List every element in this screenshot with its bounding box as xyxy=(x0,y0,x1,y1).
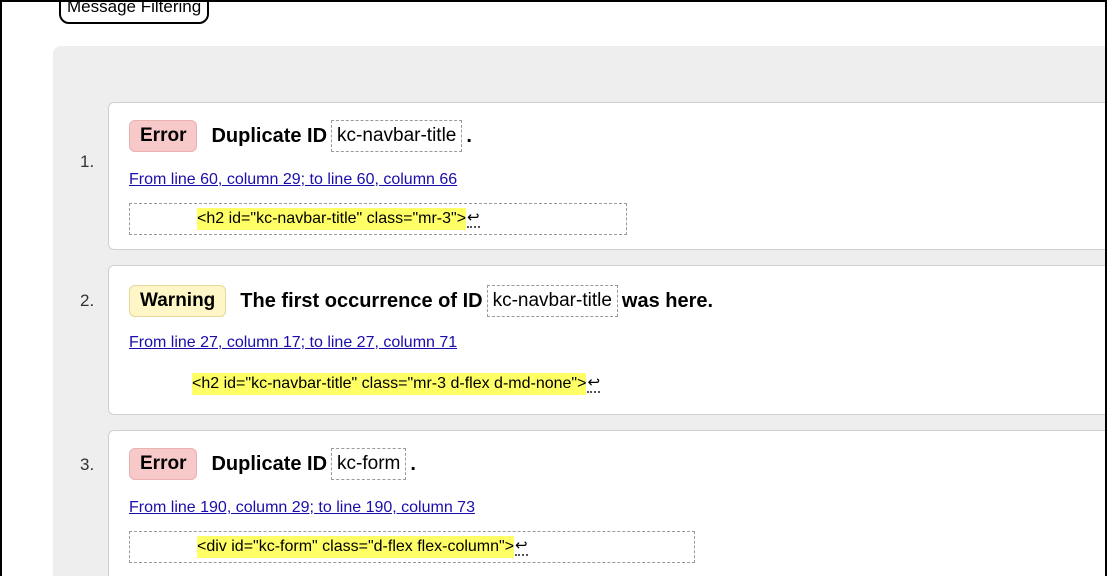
message-heading: Error Duplicate ID kc-navbar-title . xyxy=(129,119,472,153)
message-card: Error Duplicate ID kc-navbar-title . Fro… xyxy=(108,102,1105,250)
message-card: Warning The first occurrence of ID kc-na… xyxy=(108,265,1105,415)
message-heading: Error Duplicate ID kc-form . xyxy=(129,447,416,481)
location-link[interactable]: From line 27, column 17; to line 27, col… xyxy=(129,334,457,352)
highlighted-code: <div id="kc-form" class="d-flex flex-col… xyxy=(197,536,515,558)
message-tail: . xyxy=(410,452,416,475)
error-badge: Error xyxy=(129,120,198,152)
message-tail: . xyxy=(466,124,472,147)
message-text: The first occurrence of ID xyxy=(240,289,483,312)
warning-badge: Warning xyxy=(129,285,227,317)
error-badge: Error xyxy=(129,448,198,480)
message-number: 3. xyxy=(80,455,95,474)
duplicate-id-code: kc-navbar-title xyxy=(486,285,618,317)
message-tail: was here. xyxy=(621,289,714,312)
line-feed-icon: ↩ xyxy=(587,374,601,393)
message-number: 1. xyxy=(80,152,95,171)
location-link[interactable]: From line 60, column 29; to line 60, col… xyxy=(129,171,457,189)
duplicate-id-code: kc-form xyxy=(331,448,407,480)
highlighted-code: <h2 id="kc-navbar-title" class="mr-3"> xyxy=(197,208,467,230)
message-text: Duplicate ID xyxy=(211,124,328,147)
source-extract: <h2 id="kc-navbar-title" class="mr-3 d-f… xyxy=(129,368,829,400)
source-extract: <h2 id="kc-navbar-title" class="mr-3"> ↩ xyxy=(129,203,627,235)
location-link[interactable]: From line 190, column 29; to line 190, c… xyxy=(129,499,475,517)
message-heading: Warning The first occurrence of ID kc-na… xyxy=(129,284,713,318)
message-text: Duplicate ID xyxy=(211,452,328,475)
line-feed-icon: ↩ xyxy=(467,209,480,228)
line-feed-icon: ↩ xyxy=(515,537,528,556)
message-filtering-toggle[interactable]: Message Filtering xyxy=(59,2,210,24)
message-card: Error Duplicate ID kc-form . From line 1… xyxy=(108,430,1105,576)
validator-results-frame: Message Filtering 1. Error Duplicate ID … xyxy=(0,0,1107,576)
highlighted-code: <h2 id="kc-navbar-title" class="mr-3 d-f… xyxy=(192,373,587,395)
source-extract: <div id="kc-form" class="d-flex flex-col… xyxy=(129,531,695,563)
message-number: 2. xyxy=(80,291,95,310)
duplicate-id-code: kc-navbar-title xyxy=(331,120,463,152)
